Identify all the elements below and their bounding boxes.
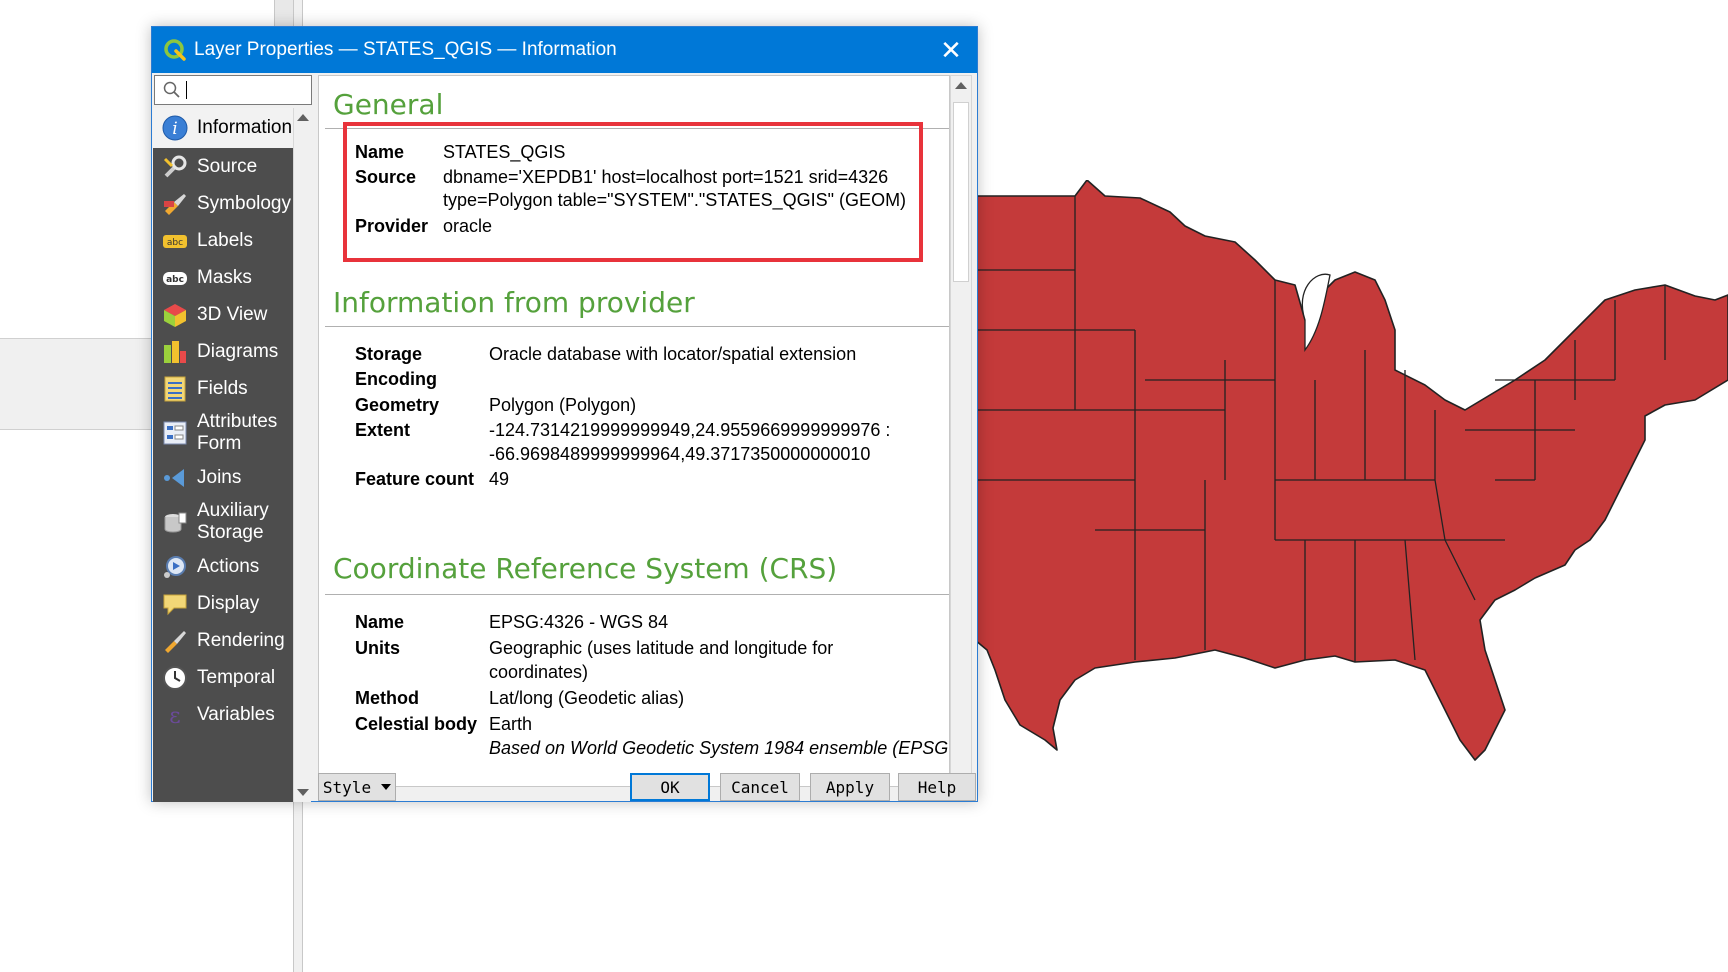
symbology-icon: [161, 190, 189, 218]
svg-text:abc: abc: [166, 275, 184, 285]
display-icon: [161, 590, 189, 618]
info-icon: i: [161, 114, 189, 142]
content-scrollbar[interactable]: [950, 75, 972, 787]
scroll-up-icon[interactable]: [297, 114, 309, 121]
sidebar-item-attributes-form[interactable]: Attributes Form: [153, 407, 293, 459]
scroll-up-icon[interactable]: [955, 82, 967, 89]
sidebar-item-masks[interactable]: abc Masks: [153, 259, 293, 296]
sidebar-item-rendering[interactable]: Rendering: [153, 622, 293, 659]
source-icon: [161, 153, 189, 181]
cancel-button[interactable]: Cancel: [720, 773, 800, 801]
svg-text:i: i: [172, 119, 177, 139]
sidebar-scrollbar[interactable]: [293, 108, 311, 802]
sidebar-item-display[interactable]: Display: [153, 585, 293, 622]
rendering-icon: [161, 627, 189, 655]
text-caret: [186, 81, 187, 99]
help-button[interactable]: Help: [898, 773, 976, 801]
information-content: General Name STATES_QGIS Source dbname='…: [318, 75, 950, 787]
section-divider: [325, 594, 949, 595]
sidebar-item-source[interactable]: Source: [153, 148, 293, 185]
auxiliary-storage-icon: [161, 508, 189, 536]
background-toolbar-stub: [274, 0, 294, 26]
apply-button[interactable]: Apply: [810, 773, 890, 801]
3d-view-icon: [161, 301, 189, 329]
sidebar-item-joins[interactable]: Joins: [153, 459, 293, 496]
section-divider: [325, 326, 949, 327]
temporal-icon: [161, 664, 189, 692]
sidebar-item-actions[interactable]: Actions: [153, 548, 293, 585]
svg-text:ε: ε: [169, 704, 180, 728]
variables-icon: ε: [161, 701, 189, 729]
title-bar[interactable]: Layer Properties — STATES_QGIS — Informa…: [152, 27, 977, 73]
sidebar: i Information Source Symbology abc Label…: [153, 108, 293, 802]
sidebar-item-3d-view[interactable]: 3D View: [153, 296, 293, 333]
scrollbar-thumb[interactable]: [953, 102, 969, 282]
style-menu-button[interactable]: Style: [318, 773, 396, 801]
layer-properties-dialog: Layer Properties — STATES_QGIS — Informa…: [151, 26, 978, 802]
attributes-form-icon: [161, 419, 189, 447]
labels-icon: abc: [161, 227, 189, 255]
sidebar-item-labels[interactable]: abc Labels: [153, 222, 293, 259]
search-icon: [163, 81, 180, 98]
svg-text:abc: abc: [167, 238, 183, 248]
sidebar-item-symbology[interactable]: Symbology: [153, 185, 293, 222]
sidebar-item-temporal[interactable]: Temporal: [153, 659, 293, 696]
actions-icon: [161, 553, 189, 581]
ok-button[interactable]: OK: [630, 773, 710, 801]
sidebar-item-fields[interactable]: Fields: [153, 370, 293, 407]
window-title: Layer Properties — STATES_QGIS — Informa…: [194, 39, 617, 60]
close-icon[interactable]: ✕: [937, 36, 965, 64]
scroll-down-icon[interactable]: [297, 789, 309, 796]
masks-icon: abc: [161, 264, 189, 292]
dropdown-arrow-icon: [381, 784, 392, 790]
search-input[interactable]: [154, 75, 312, 105]
provider-info-heading: Information from provider: [333, 286, 695, 319]
sidebar-item-diagrams[interactable]: Diagrams: [153, 333, 293, 370]
fields-icon: [161, 375, 189, 403]
sidebar-item-information[interactable]: i Information: [153, 108, 293, 148]
crs-heading: Coordinate Reference System (CRS): [333, 552, 838, 585]
qgis-logo-icon: [164, 39, 186, 61]
us-states-polygon: [975, 180, 1728, 761]
sidebar-item-variables[interactable]: ε Variables: [153, 696, 293, 733]
general-heading: General: [333, 88, 444, 121]
sidebar-item-auxiliary-storage[interactable]: Auxiliary Storage: [153, 496, 293, 548]
diagrams-icon: [161, 338, 189, 366]
map-canvas[interactable]: [975, 180, 1728, 820]
joins-icon: [161, 464, 189, 492]
